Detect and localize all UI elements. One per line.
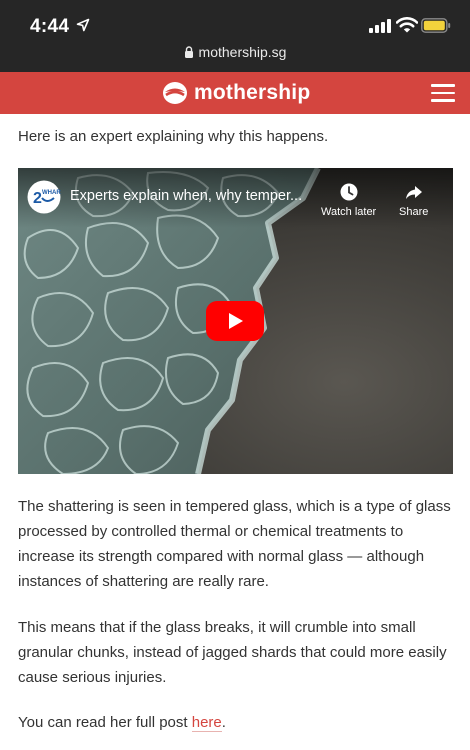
svg-text:WHAR: WHAR xyxy=(42,190,61,196)
watch-later-label: Watch later xyxy=(321,206,377,218)
full-post-link[interactable]: here xyxy=(191,714,222,732)
article-paragraph-2: This means that if the glass breaks, it … xyxy=(18,619,447,686)
brand-logo[interactable]: mothership xyxy=(162,80,310,106)
mothership-logo-icon xyxy=(163,82,187,104)
lock-icon xyxy=(184,46,193,58)
wifi-icon xyxy=(396,17,418,33)
cellular-signal-icon xyxy=(369,19,391,33)
channel-avatar[interactable]: 2 WHAR xyxy=(27,180,61,214)
article-paragraph-3: You can read her full post here. xyxy=(18,710,456,735)
battery-icon xyxy=(421,18,451,33)
url-text: mothership.sg xyxy=(198,44,287,60)
hamburger-menu-icon[interactable] xyxy=(431,84,455,102)
svg-text:2: 2 xyxy=(33,190,42,207)
paragraph-3-suffix: . xyxy=(221,714,226,731)
article-intro: Here is an expert explaining why this ha… xyxy=(18,128,329,145)
youtube-play-button[interactable] xyxy=(206,301,264,341)
video-title[interactable]: Experts explain when, why temper... xyxy=(70,188,302,204)
share-icon xyxy=(405,186,422,199)
watch-later-button[interactable]: Watch later xyxy=(321,182,376,218)
site-header: mothership xyxy=(0,72,470,114)
clock-icon xyxy=(340,183,358,201)
article-paragraph-1: The shattering is seen in tempered glass… xyxy=(18,498,451,590)
share-button[interactable]: Share xyxy=(399,182,428,218)
address-bar[interactable]: mothership.sg xyxy=(0,44,470,60)
paragraph-3-text: You can read her full post xyxy=(18,714,192,731)
share-label: Share xyxy=(399,206,429,218)
brand-name: mothership xyxy=(194,81,311,104)
clock: 4:44 xyxy=(30,16,70,37)
status-bar: 4:44 mothership.sg xyxy=(0,0,470,72)
youtube-video-player[interactable]: 2 WHAR Experts explain when, why temper.… xyxy=(18,168,453,474)
location-arrow-icon xyxy=(76,18,90,32)
